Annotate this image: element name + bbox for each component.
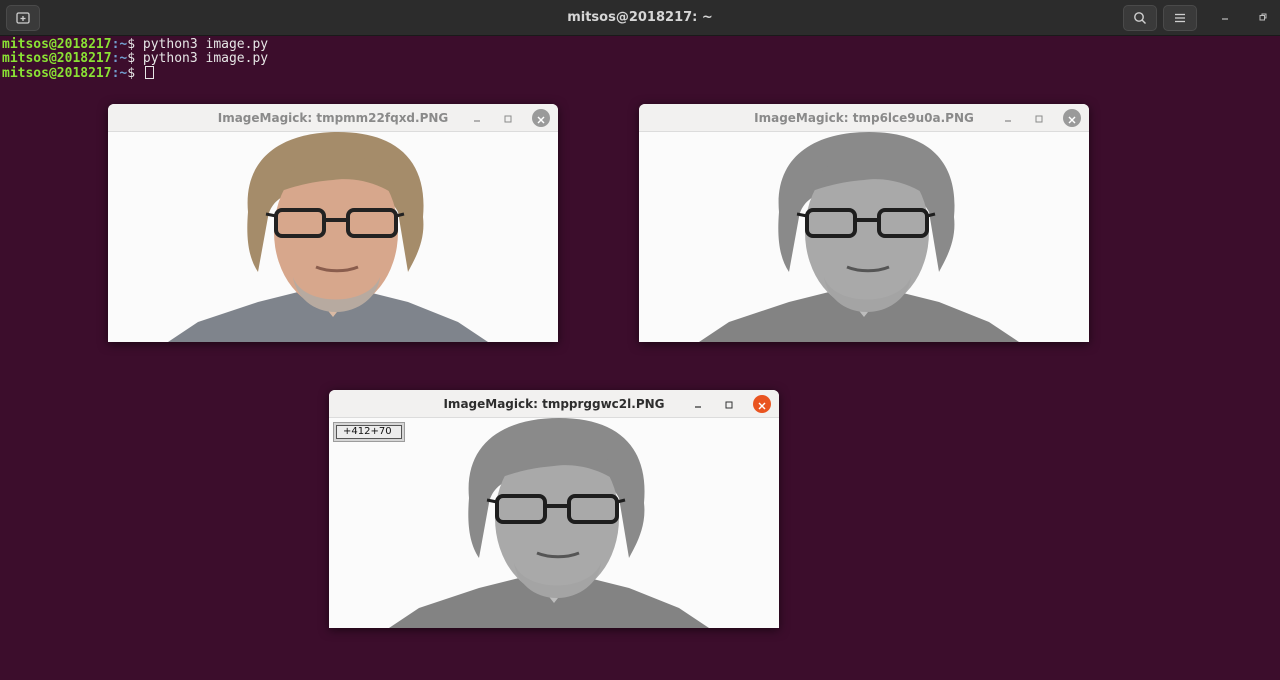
window-titlebar[interactable]: ImageMagick: tmp6lce9u0a.PNG (639, 104, 1089, 132)
search-button[interactable] (1123, 5, 1157, 31)
terminal-output[interactable]: mitsos@2018217:~$ python3 image.py mitso… (2, 38, 268, 81)
close-icon (537, 109, 545, 128)
maximize-button[interactable] (1031, 110, 1047, 126)
hamburger-menu-icon (1173, 11, 1187, 25)
maximize-button[interactable] (721, 396, 737, 412)
minimize-icon (693, 395, 703, 414)
portrait-image (108, 132, 558, 342)
close-icon (758, 395, 766, 414)
restore-icon (1258, 12, 1268, 25)
prompt-path: :~ (111, 51, 128, 66)
terminal-line: mitsos@2018217:~$ python3 image.py (2, 38, 268, 52)
image-canvas[interactable]: +412+70 (329, 418, 779, 628)
pixel-coordinates-value: +412+70 (336, 425, 402, 439)
prompt-dollar: $ (127, 51, 143, 66)
prompt-path: :~ (111, 37, 128, 52)
terminal-title: mitsos@2018217: ~ (567, 10, 713, 25)
terminal-minimize-button[interactable] (1215, 8, 1235, 28)
maximize-icon (724, 395, 734, 414)
close-button[interactable] (753, 395, 771, 413)
imagemagick-window-active[interactable]: ImageMagick: tmpprggwc2l.PNG +412+70 (329, 390, 779, 628)
command-text: python3 image.py (142, 37, 269, 52)
image-canvas[interactable] (639, 132, 1089, 342)
prompt-user: mitsos@2018217 (2, 66, 112, 81)
terminal-header-bar: mitsos@2018217: ~ (0, 0, 1280, 36)
minimize-button[interactable] (469, 110, 485, 126)
pixel-coordinates-box: +412+70 (333, 422, 405, 442)
imagemagick-window-color[interactable]: ImageMagick: tmpmm22fqxd.PNG (108, 104, 558, 342)
maximize-button[interactable] (500, 110, 516, 126)
close-button[interactable] (532, 109, 550, 127)
menu-button[interactable] (1163, 5, 1197, 31)
maximize-icon (1034, 109, 1044, 128)
portrait-image (639, 132, 1089, 342)
minimize-icon (1220, 12, 1230, 25)
window-titlebar[interactable]: ImageMagick: tmpprggwc2l.PNG (329, 390, 779, 418)
window-titlebar[interactable]: ImageMagick: tmpmm22fqxd.PNG (108, 104, 558, 132)
prompt-dollar: $ (127, 37, 143, 52)
close-icon (1068, 109, 1076, 128)
minimize-icon (472, 109, 482, 128)
command-text: python3 image.py (142, 51, 269, 66)
terminal-restore-button[interactable] (1253, 8, 1273, 28)
window-title: ImageMagick: tmpmm22fqxd.PNG (217, 111, 449, 125)
prompt-dollar: $ (127, 66, 143, 81)
window-title: ImageMagick: tmpprggwc2l.PNG (443, 397, 665, 411)
terminal-line: mitsos@2018217:~$ (2, 66, 268, 81)
search-icon (1133, 11, 1147, 25)
prompt-path: :~ (111, 66, 128, 81)
minimize-button[interactable] (1000, 110, 1016, 126)
portrait-image (329, 418, 779, 628)
prompt-user: mitsos@2018217 (2, 51, 112, 66)
prompt-user: mitsos@2018217 (2, 37, 112, 52)
maximize-icon (503, 109, 513, 128)
close-button[interactable] (1063, 109, 1081, 127)
minimize-button[interactable] (690, 396, 706, 412)
minimize-icon (1003, 109, 1013, 128)
terminal-line: mitsos@2018217:~$ python3 image.py (2, 52, 268, 66)
image-canvas[interactable] (108, 132, 558, 342)
terminal-cursor (144, 66, 154, 79)
imagemagick-window-gray[interactable]: ImageMagick: tmp6lce9u0a.PNG (639, 104, 1089, 342)
window-title: ImageMagick: tmp6lce9u0a.PNG (754, 111, 974, 125)
